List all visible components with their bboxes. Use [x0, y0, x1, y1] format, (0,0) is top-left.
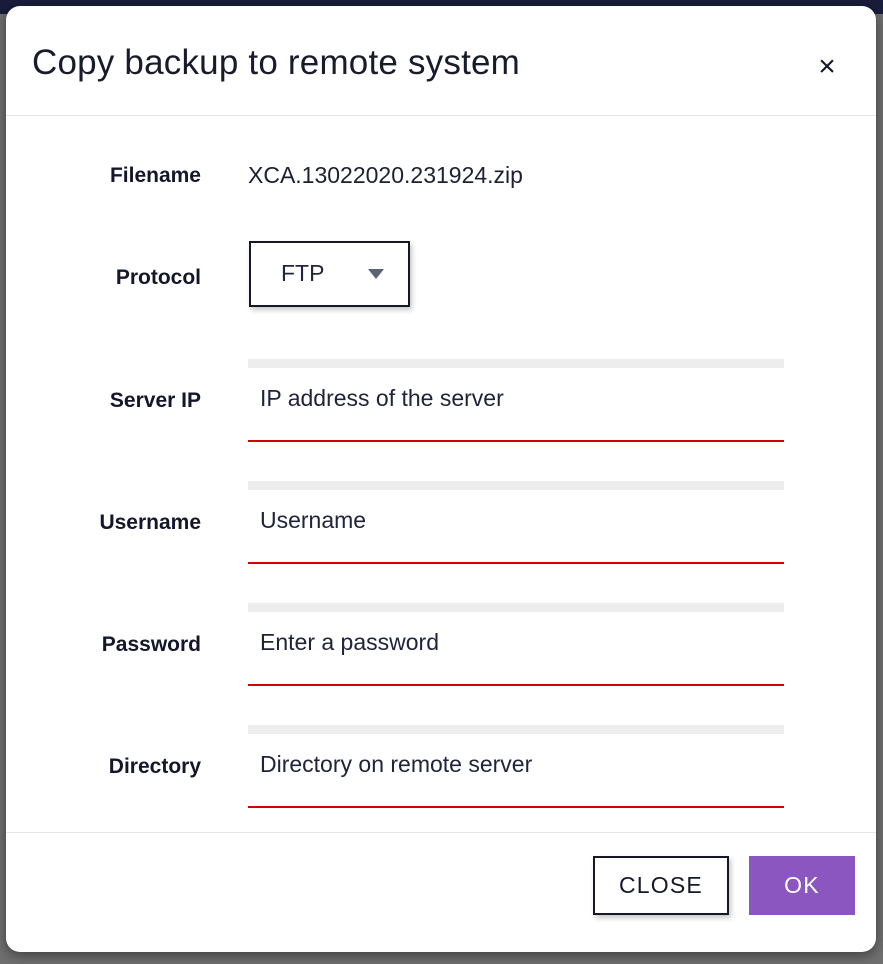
username-row: Username Username [6, 481, 876, 591]
username-label: Username [99, 511, 201, 534]
server-ip-placeholder: IP address of the server [260, 385, 504, 411]
directory-row: Directory Directory on remote server [6, 725, 876, 835]
server-ip-row: Server IP IP address of the server [6, 359, 876, 469]
ok-button[interactable]: OK [749, 856, 855, 915]
username-placeholder: Username [260, 507, 367, 533]
directory-label: Directory [108, 755, 201, 778]
server-ip-input[interactable]: IP address of the server [248, 359, 784, 442]
protocol-selected-value: FTP [281, 260, 325, 286]
close-icon[interactable]: × [810, 50, 844, 84]
protocol-select[interactable]: FTP [249, 241, 410, 307]
username-input[interactable]: Username [248, 481, 784, 564]
page-title: Copy backup to remote system [32, 43, 521, 82]
directory-input[interactable]: Directory on remote server [248, 725, 784, 808]
copy-backup-dialog: Copy backup to remote system × Filename … [6, 6, 876, 952]
password-row: Password Enter a password [6, 603, 876, 713]
protocol-label: Protocol [115, 266, 201, 289]
dialog-footer: CLOSE OK [6, 832, 876, 951]
chevron-down-icon [368, 269, 384, 279]
protocol-row: Protocol FTP [6, 241, 876, 321]
filename-value: XCA.13022020.231924.zip [248, 162, 523, 188]
dialog-body: Filename XCA.13022020.231924.zip Protoco… [6, 116, 876, 832]
close-button[interactable]: CLOSE [593, 856, 729, 915]
directory-placeholder: Directory on remote server [260, 751, 533, 777]
password-input[interactable]: Enter a password [248, 603, 784, 686]
filename-row: Filename XCA.13022020.231924.zip [6, 160, 876, 200]
filename-label: Filename [109, 164, 201, 187]
password-label: Password [101, 633, 201, 656]
server-ip-label: Server IP [109, 389, 201, 412]
password-placeholder: Enter a password [260, 629, 439, 655]
dialog-header: Copy backup to remote system × [6, 6, 876, 116]
